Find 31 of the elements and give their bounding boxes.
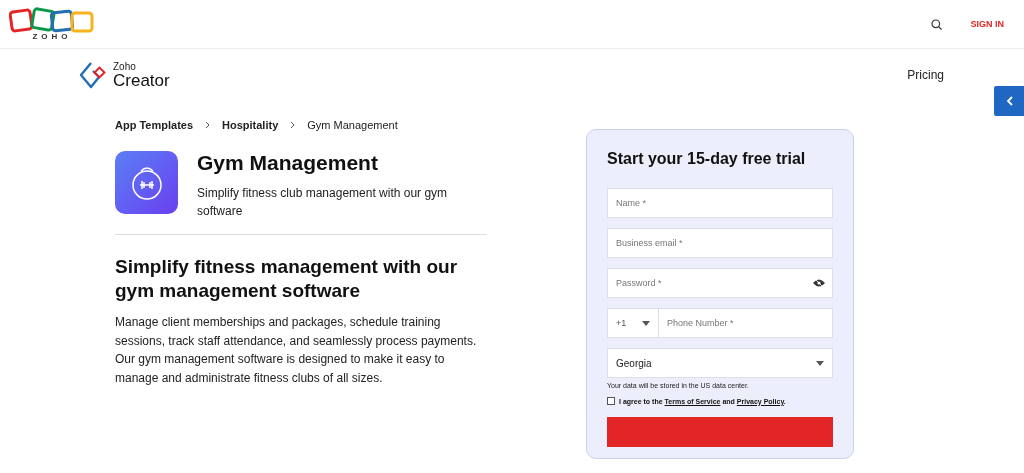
country-select[interactable]: Georgia <box>607 348 833 378</box>
brand-name: ZOHO <box>32 32 72 41</box>
section-text: Manage client memberships and packages, schedule training sessions, track staff attendance, and seamlessly process payments. Our gym management software is designed to make it easy to manage and administrate fitness clubs of all sizes. <box>115 314 478 387</box>
input-field[interactable]: Name * <box>607 188 833 218</box>
section-heading: Simplify fitness management with our gym management software <box>115 255 459 303</box>
logo-icon <box>9 7 95 33</box>
creator-logo-icon <box>79 61 109 89</box>
chevron-icon <box>290 121 296 129</box>
sign-in-link[interactable]: SIGN IN <box>970 19 1004 29</box>
caret-icon <box>816 360 824 366</box>
password-field[interactable]: Password * <box>607 268 833 298</box>
breadcrumb-link[interactable]: Gym Management <box>307 119 398 131</box>
brand-name: Zoho <box>113 61 137 72</box>
eye-icon[interactable] <box>813 279 825 287</box>
app-title: Gym Management <box>197 151 379 175</box>
input-field[interactable]: Business email * <box>607 228 833 258</box>
breadcrumb-link[interactable]: Hospitality <box>222 119 279 131</box>
chevron-icon <box>205 121 211 129</box>
caret-icon <box>642 320 650 326</box>
phone-field[interactable]: Phone Number * <box>659 308 833 338</box>
form-title: Start your 15-day free trial <box>607 150 807 168</box>
breadcrumb-link[interactable]: App Templates <box>115 119 194 131</box>
product-name: Creator <box>113 71 170 89</box>
search-icon[interactable] <box>931 18 943 30</box>
collapse-tab[interactable] <box>994 86 1024 116</box>
country-code-select[interactable]: +1 <box>607 308 659 338</box>
chevron-icon <box>1005 96 1013 106</box>
agree-checkbox[interactable] <box>607 397 615 405</box>
nav-link[interactable]: Pricing <box>907 68 944 82</box>
dumbbell-icon <box>115 151 178 214</box>
app-subtitle: Simplify fitness club management with our gym software <box>197 185 449 220</box>
